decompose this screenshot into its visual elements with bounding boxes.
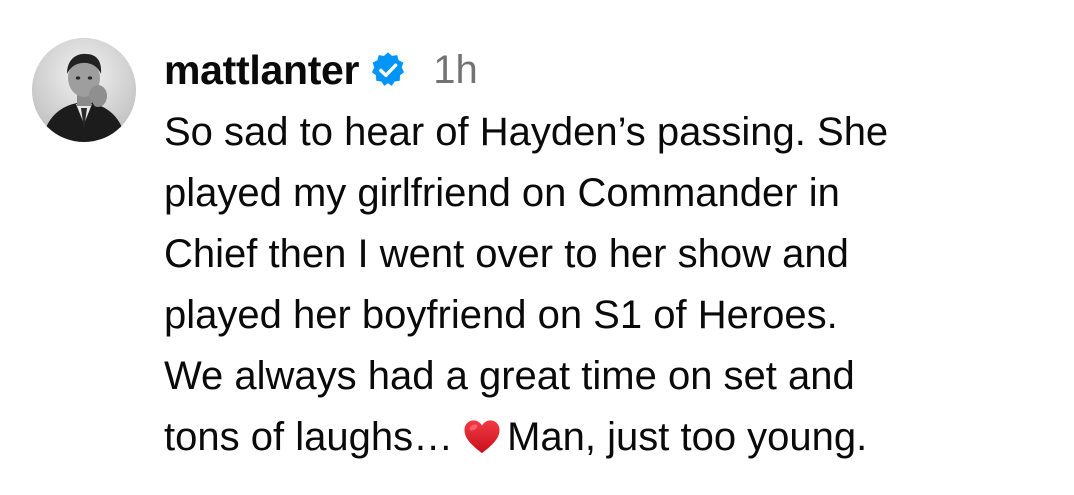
comment-text: So sad to hear of Hayden’s passing. She …	[164, 102, 1044, 468]
verified-badge-icon	[369, 51, 407, 89]
comment-line-segment: Man, just too young.	[507, 415, 868, 459]
comment-last-line: tons of laughs… Man, just too young.	[164, 407, 1044, 468]
comment-content: mattlanter 1h So sad to hear of Hayden’s…	[164, 42, 1064, 468]
comment-line: So sad to hear of Hayden’s passing. She	[164, 110, 889, 154]
comment-line-segment: tons of laughs…	[164, 415, 454, 459]
username-link[interactable]: mattlanter	[164, 47, 360, 94]
comment: mattlanter 1h So sad to hear of Hayden’s…	[0, 0, 1074, 495]
avatar[interactable]	[32, 38, 136, 142]
comment-line: played my girlfriend on Commander in	[164, 171, 840, 215]
avatar-image	[32, 38, 136, 142]
comment-line: played her boyfriend on S1 of Heroes.	[164, 293, 838, 337]
comment-header: mattlanter 1h	[164, 42, 1064, 98]
comment-line: We always had a great time on set and	[164, 354, 855, 398]
comment-line: Chief then I went over to her show and	[164, 232, 849, 276]
red-heart-icon	[463, 419, 501, 455]
timestamp[interactable]: 1h	[433, 48, 478, 93]
